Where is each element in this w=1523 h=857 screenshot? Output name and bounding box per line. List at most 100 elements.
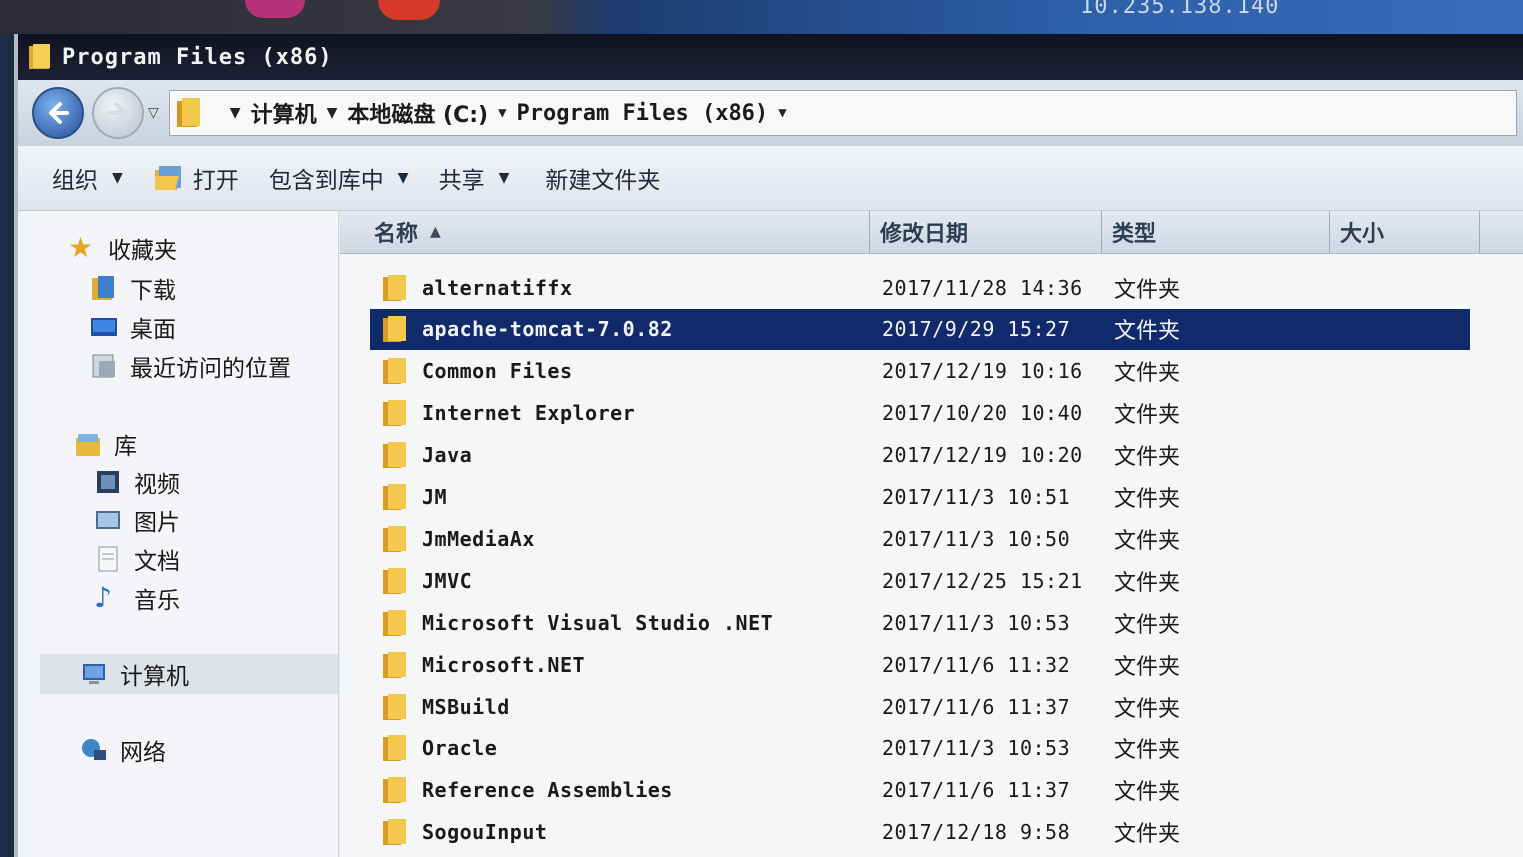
file-type: 文件夹 [1114,696,1181,722]
file-name: MSBuild [422,694,510,719]
file-row[interactable]: Reference Assemblies 2017/11/6 11:37 文件夹 [370,770,1470,811]
nav-libraries[interactable]: 库 [74,427,137,461]
file-name: apache-tomcat-7.0.82 [422,317,673,342]
file-name: Reference Assemblies [422,778,673,803]
nav-documents[interactable]: 文档 [94,542,180,576]
column-type[interactable]: 类型 [1102,211,1330,253]
remote-desktop-bar: 10.235.138.140 [0,0,1523,34]
nav-computer[interactable]: 计算机 [40,654,338,694]
breadcrumb-program-files[interactable]: ▼ Program Files (x86) ▼ [488,101,797,126]
chevron-down-icon: ▼ [112,170,123,186]
file-row[interactable]: alternatiffx 2017/11/28 14:36 文件夹 [370,267,1470,308]
column-name[interactable]: 名称 ▲ [340,211,870,253]
network-icon [82,739,106,760]
file-date-modified: 2017/11/3 10:50 [882,526,1071,551]
history-dropdown[interactable]: ▽ [148,105,159,121]
file-date-modified: 2017/12/18 9:58 [882,820,1071,845]
arrow-left-icon [49,102,69,124]
chevron-down-icon[interactable]: ▼ [327,105,338,121]
forward-button[interactable] [92,87,144,139]
file-list: 名称 ▲ 修改日期 类型 大小 alternatiffx 2017/11/28 1… [340,211,1523,857]
file-row[interactable]: Microsoft.NET 2017/11/6 11:32 文件夹 [370,644,1470,685]
file-type: 文件夹 [1114,277,1181,303]
library-icon [76,434,100,456]
nav-network[interactable]: 网络 [80,733,166,767]
title-bar[interactable]: Program Files (x86) [18,34,1523,80]
nav-pictures[interactable]: 图片 [94,503,180,537]
file-name: Oracle [422,736,498,761]
window-title: Program Files (x86) [62,44,333,70]
file-row[interactable]: Common Files 2017/12/19 10:16 文件夹 [370,351,1470,392]
file-date-modified: 2017/12/25 15:21 [882,568,1083,593]
file-row[interactable]: Java 2017/12/19 10:20 文件夹 [370,435,1470,476]
folder-icon [176,98,200,127]
file-type: 文件夹 [1114,361,1181,387]
music-note-icon: ♪ [94,581,112,614]
sort-ascending-icon: ▲ [430,224,441,240]
breadcrumb-local-disk[interactable]: ▼ 本地磁盘 (C:) [317,97,489,129]
open-button[interactable]: 打开 [153,161,239,195]
organize-button[interactable]: 组织 ▼ [52,161,123,195]
nav-favorites[interactable]: ★ 收藏夹 [68,231,177,265]
new-folder-button[interactable]: 新建文件夹 [545,161,660,195]
file-type: 文件夹 [1114,528,1181,554]
file-date-modified: 2017/11/6 11:32 [882,652,1071,677]
file-date-modified: 2017/11/28 14:36 [882,275,1083,300]
file-date-modified: 2017/11/3 10:53 [882,736,1071,761]
file-name: JmMediaAx [422,526,535,551]
chevron-down-icon: ▼ [498,170,510,186]
file-date-modified: 2017/12/19 10:16 [882,359,1083,384]
file-row[interactable]: MSBuild 2017/11/6 11:37 文件夹 [370,686,1470,727]
include-in-library-button[interactable]: 包含到库中 ▼ [269,161,409,195]
video-icon [97,471,119,493]
nav-recent-places[interactable]: 最近访问的位置 [90,349,291,383]
file-type: 文件夹 [1114,487,1181,512]
desktop-icon-fragment [378,0,440,20]
chevron-down-icon: ▼ [397,170,409,186]
nav-downloads[interactable]: 下载 [90,271,176,305]
file-row[interactable]: JM 2017/11/3 10:51 文件夹 [370,477,1470,518]
folder-icon [29,44,50,69]
chevron-down-icon[interactable]: ▼ [498,105,506,121]
file-row[interactable]: Oracle 2017/11/3 10:53 文件夹 [370,728,1470,769]
remote-ip-label: 10.235.138.140 [1080,0,1280,19]
file-type: 文件夹 [1114,822,1181,848]
file-name: alternatiffx [422,275,573,300]
file-row[interactable]: JMVC 2017/12/25 15:21 文件夹 [370,560,1470,601]
file-type: 文件夹 [1114,654,1181,680]
folder-icon [383,400,406,427]
file-date-modified: 2017/11/6 11:37 [882,694,1071,719]
file-name: SogouInput [422,820,548,845]
star-icon: ★ [68,231,94,264]
picture-icon [96,511,120,529]
file-date-modified: 2017/10/20 10:40 [882,401,1083,426]
nav-videos[interactable]: 视频 [94,465,180,499]
chevron-down-icon[interactable]: ▼ [778,105,786,121]
file-type: 文件夹 [1114,570,1181,596]
arrow-right-icon [107,102,127,124]
file-row[interactable]: apache-tomcat-7.0.82 2017/9/29 15:27 文件夹 [370,308,1470,350]
back-button[interactable] [32,87,84,139]
file-name: Common Files [422,359,573,384]
file-type: 文件夹 [1114,612,1181,638]
open-folder-icon [154,166,181,190]
file-row[interactable]: Internet Explorer 2017/10/20 10:40 文件夹 [370,393,1470,434]
folder-icon [383,525,406,552]
chevron-down-icon[interactable]: ▼ [230,105,241,121]
file-date-modified: 2017/9/29 15:27 [882,317,1071,342]
address-bar[interactable]: ▼ 计算机 ▼ 本地磁盘 (C:) ▼ Program Files (x86) … [168,90,1517,136]
column-size[interactable]: 大小 [1330,211,1480,253]
file-row[interactable]: Microsoft Visual Studio .NET 2017/11/3 10… [370,602,1470,643]
nav-desktop[interactable]: 桌面 [90,310,176,344]
share-button[interactable]: 共享 ▼ [439,161,510,195]
file-date-modified: 2017/11/3 10:51 [882,485,1071,509]
file-name: Microsoft Visual Studio .NET [422,610,774,635]
column-date-modified[interactable]: 修改日期 [870,211,1102,253]
nav-music[interactable]: ♪ 音乐 [94,581,180,615]
file-row[interactable]: JmMediaAx 2017/11/3 10:50 文件夹 [370,518,1470,559]
file-row[interactable]: SogouInput 2017/12/18 9:58 文件夹 [370,812,1470,853]
breadcrumb-computer[interactable]: ▼ 计算机 [220,97,317,129]
folder-icon [383,274,406,301]
file-name: Microsoft.NET [422,652,586,677]
file-name: Java [422,443,473,468]
